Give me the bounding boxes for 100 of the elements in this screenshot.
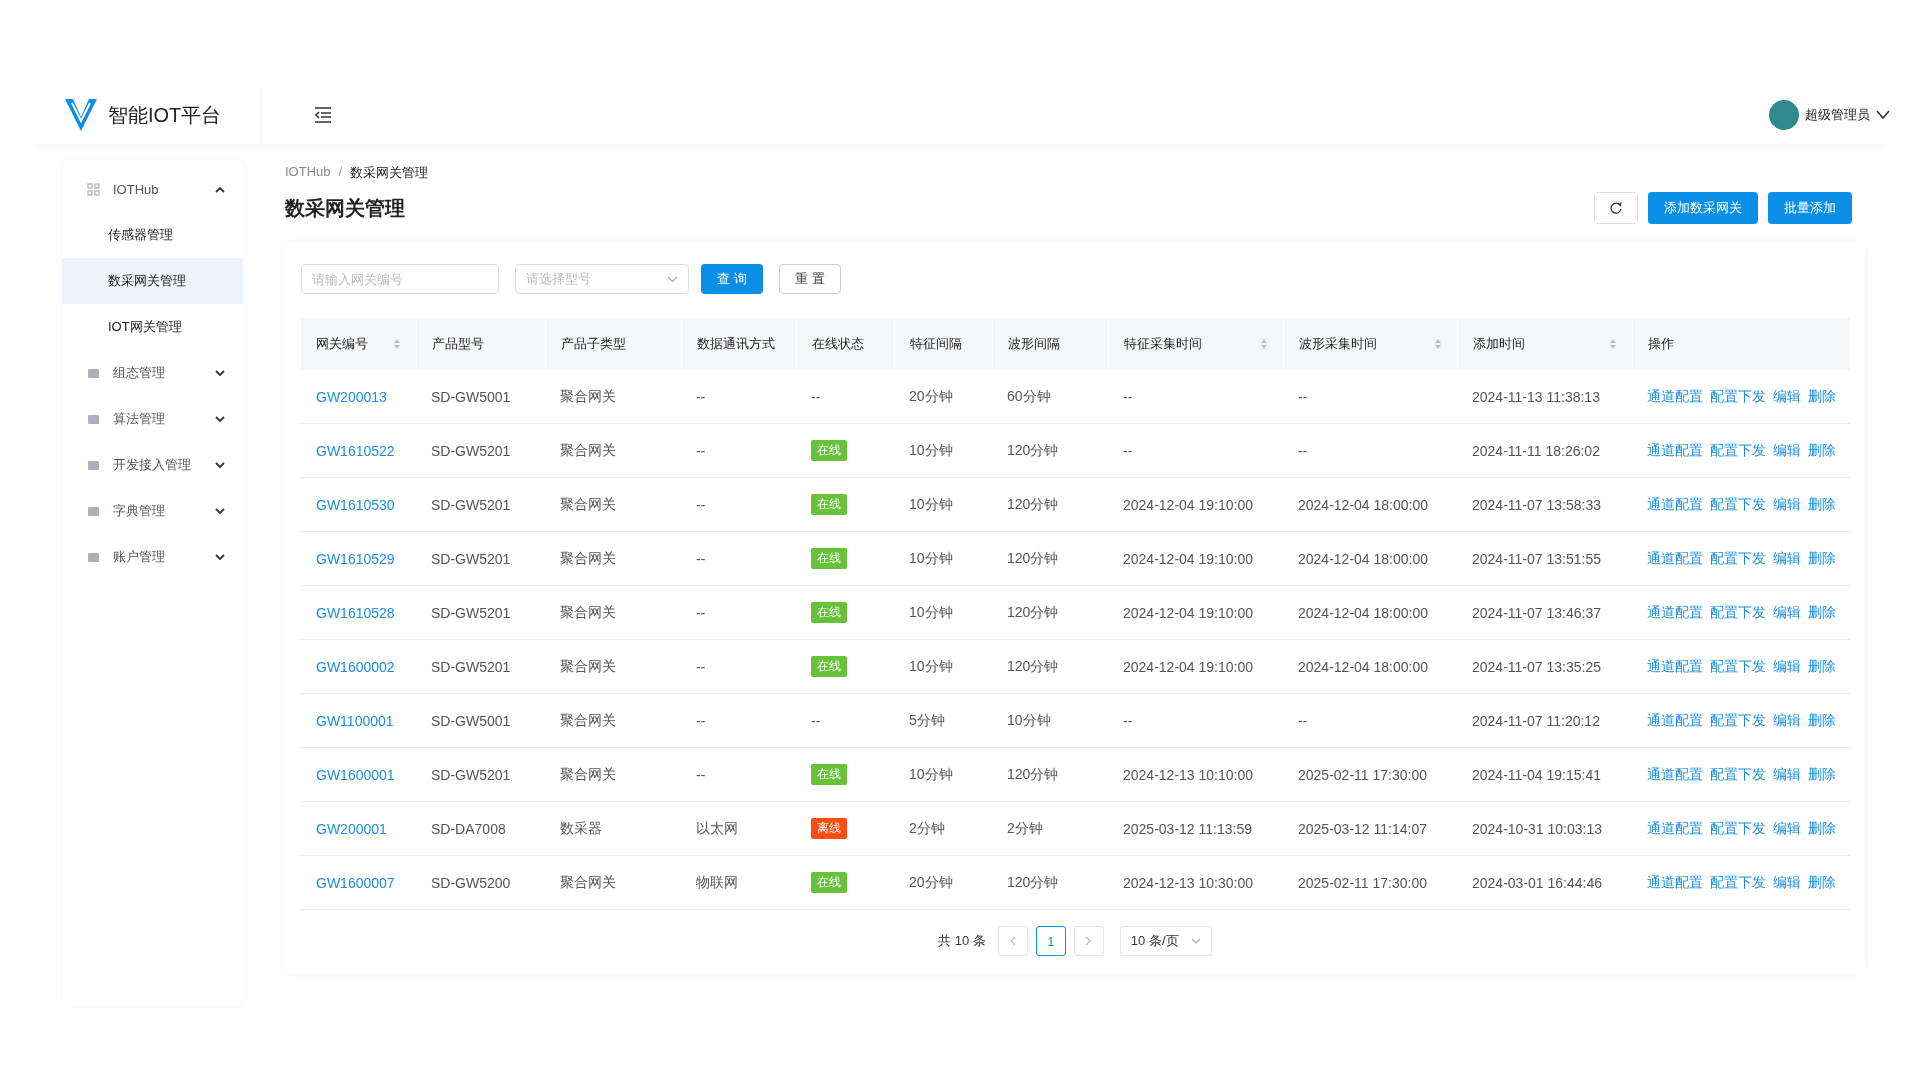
action-link[interactable]: 编辑 (1773, 873, 1801, 892)
action-link[interactable]: 配置下发 (1710, 765, 1766, 784)
action-link[interactable]: 通道配置 (1647, 603, 1703, 622)
table-cell: 2024-11-04 19:15:41 (1472, 766, 1601, 783)
gateway-id-link[interactable]: GW1600001 (316, 766, 395, 783)
gateway-id-link[interactable]: GW200001 (316, 820, 387, 837)
action-link[interactable]: 配置下发 (1710, 657, 1766, 676)
action-link[interactable]: 删除 (1808, 711, 1836, 730)
gateway-id-link[interactable]: GW1610530 (316, 496, 395, 513)
table-cell: -- (1298, 442, 1308, 459)
action-link[interactable]: 删除 (1808, 873, 1836, 892)
action-link[interactable]: 配置下发 (1710, 819, 1766, 838)
action-link[interactable]: 编辑 (1773, 711, 1801, 730)
action-link[interactable]: 通道配置 (1647, 657, 1703, 676)
menu-toggle-icon[interactable] (314, 107, 332, 123)
status-tag: 离线 (811, 818, 847, 839)
reset-button[interactable]: 重 置 (779, 264, 841, 294)
table-cell: -- (1298, 712, 1308, 729)
action-link[interactable]: 删除 (1808, 603, 1836, 622)
model-select[interactable]: 请选择型号 (515, 264, 689, 294)
table-cell: 聚合网关 (560, 441, 616, 458)
action-link[interactable]: 删除 (1808, 657, 1836, 676)
user-menu[interactable]: 超级管理员 (1769, 100, 1890, 130)
gateway-id-link[interactable]: GW1600002 (316, 658, 395, 675)
table-cell: 2025-03-12 11:13:59 (1123, 820, 1252, 837)
table-cell: 10分钟 (909, 549, 953, 566)
sidebar-group[interactable]: 账户管理 (62, 534, 243, 580)
sidebar-group[interactable]: 算法管理 (62, 396, 243, 442)
table-cell: SD-GW5201 (431, 550, 511, 567)
action-link[interactable]: 通道配置 (1647, 765, 1703, 784)
action-link[interactable]: 删除 (1808, 441, 1836, 460)
table-cell: 2分钟 (1007, 819, 1043, 836)
gateway-id-link[interactable]: GW1600007 (316, 874, 395, 891)
table-cell: 聚合网关 (560, 657, 616, 674)
action-link[interactable]: 编辑 (1773, 603, 1801, 622)
action-link[interactable]: 配置下发 (1710, 549, 1766, 568)
table-cell: 2024-11-07 13:35:25 (1472, 658, 1601, 675)
action-link[interactable]: 编辑 (1773, 819, 1801, 838)
action-link[interactable]: 通道配置 (1647, 873, 1703, 892)
action-link[interactable]: 配置下发 (1710, 495, 1766, 514)
table-cell: 10分钟 (909, 603, 953, 620)
gateway-id-link[interactable]: GW200013 (316, 388, 387, 405)
table-cell: 2025-03-12 11:14:07 (1298, 820, 1427, 837)
table-cell: -- (696, 658, 706, 675)
gateway-id-link[interactable]: GW1610522 (316, 442, 395, 459)
action-link[interactable]: 通道配置 (1647, 387, 1703, 406)
action-link[interactable]: 通道配置 (1647, 549, 1703, 568)
breadcrumb-item[interactable]: IOTHub (285, 164, 331, 186)
action-link[interactable]: 通道配置 (1647, 495, 1703, 514)
table-cell: 120分钟 (1007, 441, 1059, 458)
action-link[interactable]: 编辑 (1773, 441, 1801, 460)
refresh-button[interactable] (1594, 192, 1638, 224)
table-cell: 20分钟 (909, 873, 953, 890)
table-cell: 5分钟 (909, 711, 945, 728)
column-header[interactable]: 网关编号 (301, 318, 416, 370)
action-link[interactable]: 删除 (1808, 549, 1836, 568)
gateway-id-field[interactable]: 请输入网关编号 (301, 264, 499, 294)
status-tag: 在线 (811, 872, 847, 893)
sidebar-item[interactable]: IOT网关管理 (62, 304, 243, 350)
action-link[interactable]: 删除 (1808, 495, 1836, 514)
toolbar-button[interactable]: 批量添加 (1768, 192, 1852, 224)
action-link[interactable]: 配置下发 (1710, 441, 1766, 460)
action-link[interactable]: 删除 (1808, 819, 1836, 838)
table-cell: 聚合网关 (560, 711, 616, 728)
gateway-id-link[interactable]: GW1610528 (316, 604, 395, 621)
action-link[interactable]: 编辑 (1773, 765, 1801, 784)
column-header[interactable]: 特征采集时间 (1108, 318, 1283, 370)
table-cell: -- (1123, 442, 1133, 459)
action-link[interactable]: 编辑 (1773, 549, 1801, 568)
table-cell: SD-GW5200 (431, 874, 511, 891)
action-link[interactable]: 编辑 (1773, 387, 1801, 406)
action-link[interactable]: 配置下发 (1710, 603, 1766, 622)
action-link[interactable]: 通道配置 (1647, 711, 1703, 730)
sidebar-group[interactable]: IOTHub (62, 166, 243, 212)
action-link[interactable]: 通道配置 (1647, 819, 1703, 838)
gateway-id-link[interactable]: GW1100001 (316, 712, 394, 729)
gateway-id-link[interactable]: GW1610529 (316, 550, 395, 567)
column-header[interactable]: 添加时间 (1457, 318, 1632, 370)
action-link[interactable]: 删除 (1808, 765, 1836, 784)
action-link[interactable]: 配置下发 (1710, 873, 1766, 892)
query-button[interactable]: 查 询 (701, 264, 763, 294)
sidebar-group[interactable]: 组态管理 (62, 350, 243, 396)
table-cell: 2024-11-07 13:46:37 (1472, 604, 1601, 621)
table-cell: 2024-11-07 11:20:12 (1472, 712, 1600, 729)
action-link[interactable]: 编辑 (1773, 657, 1801, 676)
action-link[interactable]: 编辑 (1773, 495, 1801, 514)
sidebar-item[interactable]: 传感器管理 (62, 212, 243, 258)
column-header[interactable]: 波形采集时间 (1283, 318, 1457, 370)
action-link[interactable]: 配置下发 (1710, 711, 1766, 730)
sidebar-group[interactable]: 字典管理 (62, 488, 243, 534)
action-link[interactable]: 通道配置 (1647, 441, 1703, 460)
sidebar-group[interactable]: 开发接入管理 (62, 442, 243, 488)
toolbar-button[interactable]: 添加数采网关 (1648, 192, 1758, 224)
action-link[interactable]: 删除 (1808, 387, 1836, 406)
page-number-button[interactable]: 1 (1035, 926, 1066, 956)
table-cell: 60分钟 (1007, 387, 1051, 404)
table-cell: 2025-02-11 17:30:00 (1298, 766, 1427, 783)
sidebar-item[interactable]: 数采网关管理 (62, 258, 243, 304)
action-link[interactable]: 配置下发 (1710, 387, 1766, 406)
page-size-select[interactable]: 10 条/页 (1119, 926, 1212, 956)
